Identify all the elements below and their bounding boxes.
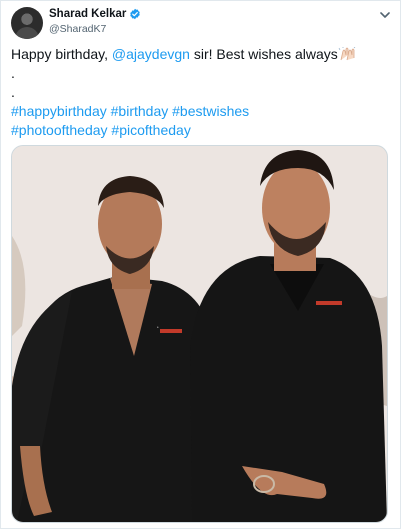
- hashtag-line: #photooftheday #picoftheday: [11, 121, 391, 140]
- tweet-text-suffix: sir! Best wishes always: [189, 46, 338, 62]
- tweet-header: Sharad Kelkar @SharadK7: [11, 7, 392, 39]
- tweet-text: Happy birthday, @ajaydevgn sir! Best wis…: [11, 45, 391, 140]
- chevron-down-icon[interactable]: [378, 9, 392, 21]
- hashtag-link[interactable]: #happybirthday: [11, 103, 107, 119]
- photo-illustration: *: [12, 146, 387, 522]
- author-display-name[interactable]: Sharad Kelkar: [49, 8, 126, 20]
- avatar-figure: [15, 27, 39, 39]
- mention-link[interactable]: @ajaydevgn: [112, 46, 190, 62]
- hashtag-link[interactable]: #photooftheday: [11, 122, 108, 138]
- tweet-photo[interactable]: *: [11, 145, 388, 523]
- author-handle[interactable]: @SharadK7: [49, 23, 106, 35]
- clapping-hands-emoji: [338, 47, 356, 61]
- tweet-line-dot: .: [11, 65, 15, 81]
- avatar[interactable]: [11, 7, 43, 39]
- tweet-card[interactable]: Sharad Kelkar @SharadK7 Happy birthday, …: [0, 0, 401, 529]
- author-name-row[interactable]: Sharad Kelkar: [49, 8, 141, 20]
- hashtag-link[interactable]: #bestwishes: [172, 103, 249, 119]
- tweet-line: Happy birthday, @ajaydevgn sir! Best wis…: [11, 45, 391, 64]
- hashtag-line: #happybirthday #birthday #bestwishes: [11, 102, 391, 121]
- hashtag-link[interactable]: #picoftheday: [111, 122, 190, 138]
- hashtag-link[interactable]: #birthday: [111, 103, 169, 119]
- verified-badge-icon: [130, 8, 141, 20]
- tweet-text-prefix: Happy birthday,: [11, 46, 112, 62]
- tweet-line-dot: .: [11, 84, 15, 100]
